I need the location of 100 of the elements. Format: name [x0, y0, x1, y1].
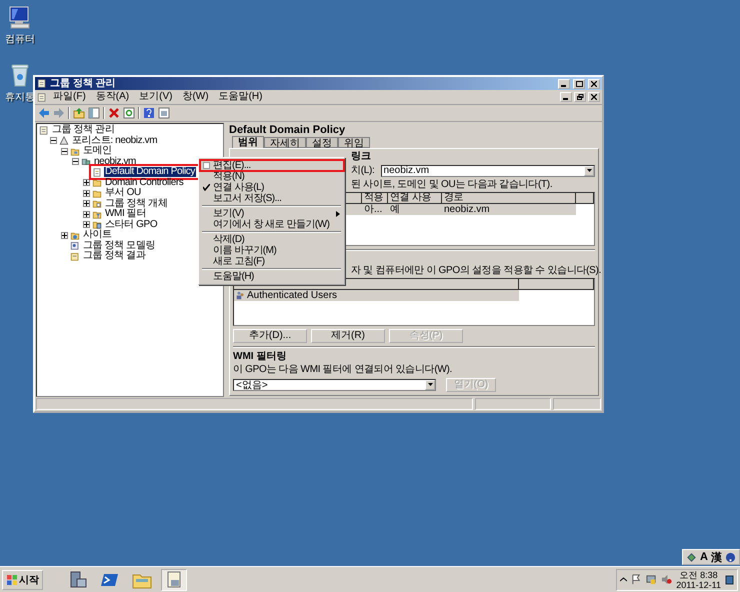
dropdown-button[interactable]	[425, 380, 435, 390]
description-text: 자 및 컴퓨터에만 이 GPO의 설정을 적용할 수 있습니다(S).	[351, 265, 602, 276]
delete-icon[interactable]	[108, 107, 120, 119]
collapse-box[interactable]	[50, 137, 57, 144]
minimize-button[interactable]	[558, 78, 570, 88]
triangle-icon	[59, 136, 69, 146]
tree-item[interactable]: 포리스트: neobiz.vm	[71, 136, 158, 146]
language-toggle[interactable]: 漢	[711, 550, 722, 564]
help-icon[interactable]	[143, 107, 155, 119]
chevron-up-icon[interactable]	[620, 576, 628, 583]
action-button[interactable]: 제거(R)	[311, 328, 385, 342]
column-header[interactable]	[519, 279, 594, 290]
tree-item[interactable]: WMI 필터	[104, 209, 147, 220]
tab[interactable]: 자세히	[264, 137, 306, 148]
edit-icon	[203, 162, 210, 169]
speaker-icon[interactable]	[661, 574, 672, 585]
desktop-icon-label[interactable]: 휴지통	[5, 90, 35, 104]
caret-icon	[586, 169, 592, 172]
close-icon	[591, 94, 597, 100]
menu-item[interactable]: 여기에서 창 새로 만들기(W)	[200, 219, 344, 230]
tree-item[interactable]: 사이트	[82, 230, 113, 240]
clock[interactable]: 오전 8:38 2011-12-11	[676, 570, 721, 590]
close-button[interactable]	[588, 78, 600, 88]
submenu-arrow-icon	[336, 211, 340, 217]
minimize-button[interactable]	[560, 92, 572, 102]
restore-button[interactable]	[574, 92, 586, 102]
dropdown-button[interactable]	[584, 166, 594, 176]
modeling-icon	[70, 241, 80, 250]
collapse-box[interactable]	[72, 158, 79, 166]
tree-item[interactable]: Domain Controllers	[104, 178, 184, 188]
tree-item[interactable]: 스타터 GPO	[104, 220, 158, 230]
menu-item[interactable]: 이름 바꾸기(M)	[200, 245, 344, 256]
tree-item[interactable]: 도메인	[82, 146, 113, 156]
close-button[interactable]	[588, 92, 600, 102]
start-button[interactable]: 시작	[2, 570, 43, 590]
action-button[interactable]: 추가(D)...	[233, 328, 307, 342]
folder-icon	[70, 230, 80, 240]
show-desktop-icon[interactable]	[725, 574, 734, 586]
column-header[interactable]: 적용	[362, 193, 388, 204]
menu-item[interactable]: 새로 고침(F)	[200, 256, 344, 267]
back-arrow-icon[interactable]	[38, 107, 50, 119]
maximize-icon	[576, 80, 582, 86]
document-icon	[92, 168, 102, 177]
menu-item[interactable]: 보기(V)	[200, 208, 344, 219]
tree-item[interactable]: neobiz.vm	[93, 156, 137, 167]
language-toggle[interactable]: A	[700, 551, 708, 563]
menu-item[interactable]: 창(W)	[178, 91, 213, 103]
column-header[interactable]: 연결 사용	[388, 193, 442, 204]
refresh-icon[interactable]	[123, 107, 135, 119]
expand-box[interactable]	[83, 179, 90, 186]
wmi-filter-dropdown[interactable]: <없음>	[233, 378, 436, 390]
expand-box[interactable]	[83, 190, 90, 197]
menu-item[interactable]: 적용(N)	[200, 171, 344, 182]
menu-item[interactable]: 보고서 저장(S)...	[200, 193, 344, 204]
tree-item[interactable]: 그룹 정책 모델링	[82, 240, 156, 251]
flag-icon[interactable]	[631, 574, 642, 585]
taskbar-button[interactable]	[161, 568, 187, 590]
menu-item[interactable]: 도움말(H)	[200, 271, 344, 282]
expand-box[interactable]	[61, 232, 68, 239]
description-text: 이 GPO는 다음 WMI 필터에 연결되어 있습니다(W).	[233, 364, 454, 375]
properties-icon[interactable]	[158, 107, 170, 119]
maximize-button[interactable]	[573, 78, 585, 88]
tab[interactable]: 위임	[338, 137, 370, 148]
caret-icon	[428, 383, 432, 386]
help-icon[interactable]	[725, 552, 736, 562]
check-icon	[203, 184, 210, 191]
users-icon	[236, 291, 245, 300]
menu-item[interactable]: 보기(V)	[135, 91, 176, 103]
location-dropdown[interactable]: neobiz.vm	[380, 164, 595, 176]
menu-item[interactable]: 파일(F)	[49, 91, 90, 103]
pane-title: Default Domain Policy	[229, 124, 346, 136]
collapse-box[interactable]	[61, 148, 68, 155]
menu-item[interactable]: 동작(A)	[92, 91, 134, 103]
table-cell: 아...	[362, 204, 388, 215]
menu-item[interactable]: 연결 사용(L)	[200, 182, 344, 193]
expand-box[interactable]	[83, 210, 90, 218]
tab[interactable]: 범위	[232, 136, 264, 148]
field-label: 치(L):	[351, 165, 375, 176]
tree-item[interactable]: 그룹 정책 관리	[51, 125, 116, 136]
expand-box[interactable]	[83, 200, 90, 208]
menu-item[interactable]: 삭제(D)	[200, 234, 344, 245]
table-cell: 예	[388, 204, 442, 215]
menu-item[interactable]: 편집(E)...	[200, 160, 344, 171]
column-header[interactable]: 경로	[442, 193, 576, 204]
menu-item[interactable]: 도움말(H)	[214, 91, 266, 103]
tree-item[interactable]: 그룹 정책 개체	[104, 198, 168, 209]
console-icon	[39, 126, 49, 135]
column-header[interactable]	[576, 193, 594, 204]
expand-box[interactable]	[83, 221, 90, 228]
section-heading: 링크	[351, 151, 371, 162]
desktop-icon-label[interactable]: 컴퓨터	[5, 32, 35, 46]
tree-item[interactable]: Default Domain Policy	[104, 167, 196, 178]
tree-item[interactable]: 그룹 정책 결과	[82, 251, 146, 262]
tree-item[interactable]: 부서 OU	[104, 188, 142, 198]
pane-icon[interactable]	[88, 107, 100, 119]
section-heading: WMI 필터링	[233, 351, 288, 362]
close-icon	[591, 80, 597, 86]
tab[interactable]: 설정	[306, 137, 338, 148]
window-title: 그룹 정책 관리	[50, 78, 117, 90]
network-icon[interactable]	[646, 574, 658, 585]
